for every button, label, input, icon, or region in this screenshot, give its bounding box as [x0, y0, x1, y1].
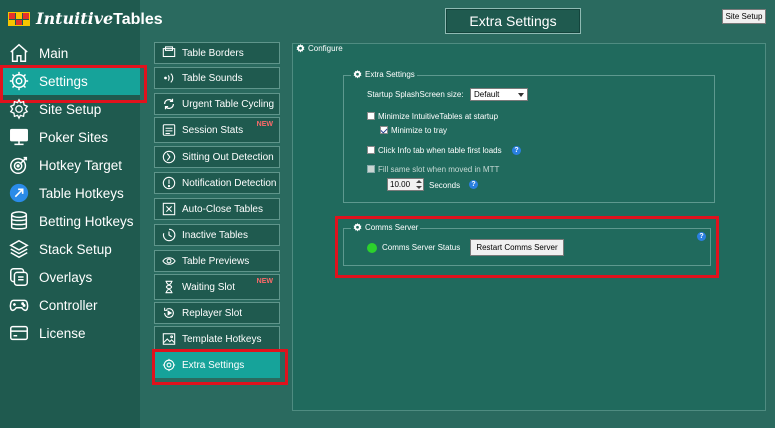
cursor-icon [5, 179, 33, 207]
minimize-startup-label: Minimize IntuitiveTables at startup [378, 112, 499, 121]
sidebar-item-overlays[interactable]: Overlays [0, 263, 140, 291]
minimize-tray-checkbox[interactable] [380, 126, 388, 134]
image-icon [159, 329, 179, 349]
fill-slot-label: Fill same slot when moved in MTT [378, 165, 500, 174]
sidebar-item-betting-hotkeys[interactable]: Betting Hotkeys [0, 207, 140, 235]
new-badge: NEW [256, 278, 273, 285]
nav-extra-settings[interactable]: Extra Settings [152, 349, 288, 385]
help-icon[interactable]: ? [469, 180, 478, 189]
seconds-label: Seconds [429, 181, 461, 190]
gear-icon [5, 67, 33, 95]
nav-table-sounds[interactable]: Table Sounds [154, 67, 280, 89]
database-icon [5, 207, 33, 235]
alert-icon [159, 173, 179, 193]
gear-icon [353, 70, 362, 79]
new-badge: NEW [256, 121, 273, 128]
spinner-arrows-icon[interactable] [416, 180, 422, 189]
gamepad-icon [5, 291, 33, 319]
nav-notification-detection[interactable]: Notification Detection [154, 172, 280, 194]
replay-icon [159, 303, 179, 323]
sidebar-item-stack-setup[interactable]: Stack Setup [0, 235, 140, 263]
overlay-icon [5, 263, 33, 291]
page-title: Extra Settings [445, 8, 581, 34]
monitor-icon [5, 123, 33, 151]
nav-table-previews[interactable]: Table Previews [154, 250, 280, 272]
card-icon [5, 319, 33, 347]
click-info-label: Click Info tab when table first loads [378, 146, 502, 155]
stats-icon [159, 120, 179, 140]
brand-name: IntuitiveTables [36, 9, 163, 28]
eye-icon [159, 251, 179, 271]
sidebar-item-main[interactable]: Main [0, 39, 140, 67]
chevron-down-icon [518, 93, 524, 97]
sitting-out-icon [159, 147, 179, 167]
sidebar-item-settings[interactable]: Settings [0, 65, 147, 103]
configure-header: Configure [296, 44, 343, 53]
sidebar-item-site-setup[interactable]: Site Setup [0, 95, 140, 123]
minimize-tray-label: Minimize to tray [391, 126, 448, 135]
sidebar-item-table-hotkeys[interactable]: Table Hotkeys [0, 179, 140, 207]
home-icon [5, 39, 33, 67]
help-icon[interactable]: ? [512, 146, 521, 155]
hourglass-icon [159, 277, 179, 297]
table-grid-icon [8, 12, 30, 26]
seconds-spinbox[interactable]: 10.00 [387, 178, 424, 191]
nav-replayer-slot[interactable]: Replayer Slot [154, 302, 280, 324]
comms-highlight-box [335, 216, 719, 278]
sound-icon [159, 68, 179, 88]
nav-session-stats[interactable]: Session Stats NEW [154, 117, 280, 143]
click-info-checkbox[interactable] [367, 146, 375, 154]
settings-icon [159, 355, 179, 375]
sidebar-item-hotkey-target[interactable]: Hotkey Target [0, 151, 140, 179]
cog-outline-icon [5, 95, 33, 123]
timer-icon [159, 225, 179, 245]
borders-icon [159, 43, 179, 63]
cycle-icon [159, 94, 179, 114]
sidebar-item-controller[interactable]: Controller [0, 291, 140, 319]
layers-icon [5, 235, 33, 263]
splash-size-select[interactable]: Default [470, 88, 528, 101]
target-icon [5, 151, 33, 179]
gear-icon [296, 44, 305, 53]
app-logo: IntuitiveTables [8, 8, 163, 30]
fill-slot-checkbox[interactable] [367, 165, 375, 173]
nav-urgent-table-cycling[interactable]: Urgent Table Cycling [154, 93, 280, 115]
nav-sitting-out-detection[interactable]: Sitting Out Detection [154, 146, 280, 168]
close-box-icon [159, 199, 179, 219]
nav-auto-close-tables[interactable]: Auto-Close Tables [154, 198, 280, 220]
nav-inactive-tables[interactable]: Inactive Tables [154, 224, 280, 246]
splash-size-label: Startup SplashScreen size: [367, 90, 464, 99]
nav-table-borders[interactable]: Table Borders [154, 42, 280, 64]
sidebar-item-license[interactable]: License [0, 319, 140, 347]
extra-settings-group-title: Extra Settings [351, 70, 417, 79]
sidebar-item-poker-sites[interactable]: Poker Sites [0, 123, 140, 151]
nav-waiting-slot[interactable]: Waiting Slot NEW [154, 274, 280, 300]
site-setup-button[interactable]: Site Setup [722, 9, 766, 24]
minimize-startup-checkbox[interactable] [367, 112, 375, 120]
